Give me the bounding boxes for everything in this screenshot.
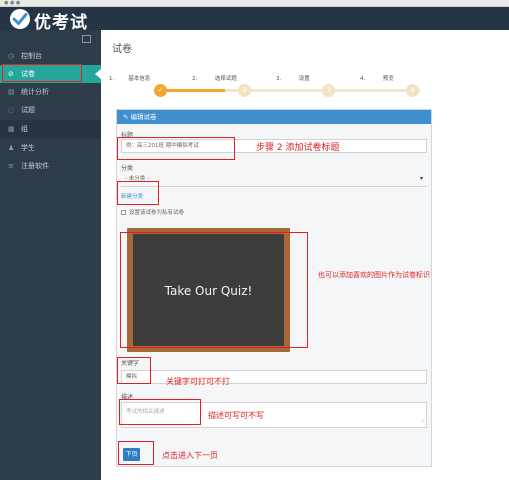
sidebar-item-register[interactable]: ≡ 注册软件 — [0, 157, 101, 175]
step-1-label: 1. 基本信息 — [109, 76, 151, 82]
highlight-title — [117, 137, 235, 160]
sidebar-item-students[interactable]: ♟ 学生 — [0, 139, 101, 157]
edit-icon: ✎ — [123, 113, 131, 121]
step-4-dot[interactable]: 4 — [406, 84, 419, 97]
step-progress-fill — [160, 89, 225, 92]
chevron-down-icon: ▾ — [419, 175, 423, 182]
group-icon: ▦ — [8, 125, 15, 133]
highlight-next-button — [118, 441, 154, 465]
sidebar-item-group[interactable]: ▦ 组 — [0, 120, 101, 138]
top-bar: 优考试 — [0, 7, 509, 33]
highlight-keyword — [117, 357, 151, 384]
note-step2-title: 步骤 2 添加试卷标题 — [256, 143, 340, 153]
sidebar: ◷ 控制台 ⊘ 试卷 ▤ 统计分析 ◌ 试题 ▦ 组 ♟ 学生 ≡ 注册软件 — [0, 30, 101, 480]
question-icon: ◌ — [8, 106, 15, 114]
sidebar-item-stats[interactable]: ▤ 统计分析 — [0, 83, 101, 101]
step-3-dot[interactable]: 3 — [322, 84, 335, 97]
private-checkbox-row[interactable]: 设置该试卷为私有试卷 — [121, 208, 184, 216]
step-2-label: 2. 选择试题 — [192, 76, 237, 82]
logo-check-icon — [10, 9, 30, 29]
sidebar-item-questions[interactable]: ◌ 试题 — [0, 101, 101, 119]
active-item-pointer — [95, 69, 101, 79]
step-1-check-icon[interactable]: ✓ — [154, 84, 167, 97]
step-2-dot[interactable]: 2 — [238, 84, 251, 97]
student-icon: ♟ — [8, 144, 15, 152]
resize-grip-icon[interactable]: ⟋ — [421, 418, 425, 426]
category-label: 分类 — [121, 165, 134, 172]
dashboard-icon: ◷ — [8, 52, 15, 60]
step-3-label: 3. 设置 — [276, 76, 310, 82]
sidebar-item-dashboard[interactable]: ◷ 控制台 — [0, 47, 101, 65]
sidebar-toggle-icon[interactable] — [82, 35, 91, 43]
category-select[interactable]: - 未分类 - ▾ — [121, 173, 427, 187]
highlight-new-category — [117, 181, 159, 205]
highlight-cover-image — [120, 232, 308, 348]
page-title: 试卷 — [112, 44, 132, 55]
note-cover-image: 也可以添加喜欢的图片作为试卷标识 — [318, 271, 430, 279]
note-keyword: 关键字可打可不打 — [166, 377, 230, 386]
step-wizard: 1. 基本信息 2. 选择试题 3. 设置 4. 预览 ✓ 2 3 4 — [104, 72, 434, 102]
note-next-page: 点击进入下一页 — [162, 451, 218, 460]
step-4-label: 4. 预览 — [360, 76, 394, 82]
browser-url-bar: ● ● ● — [0, 0, 509, 7]
register-icon: ≡ — [8, 162, 14, 170]
panel-header: ✎ 编辑试卷 — [117, 110, 431, 124]
highlight-description — [119, 399, 201, 425]
note-description: 描述可写可不写 — [208, 411, 264, 420]
highlight-exam-menu — [2, 64, 82, 82]
private-checkbox[interactable] — [121, 210, 126, 215]
stats-icon: ▤ — [8, 88, 15, 96]
